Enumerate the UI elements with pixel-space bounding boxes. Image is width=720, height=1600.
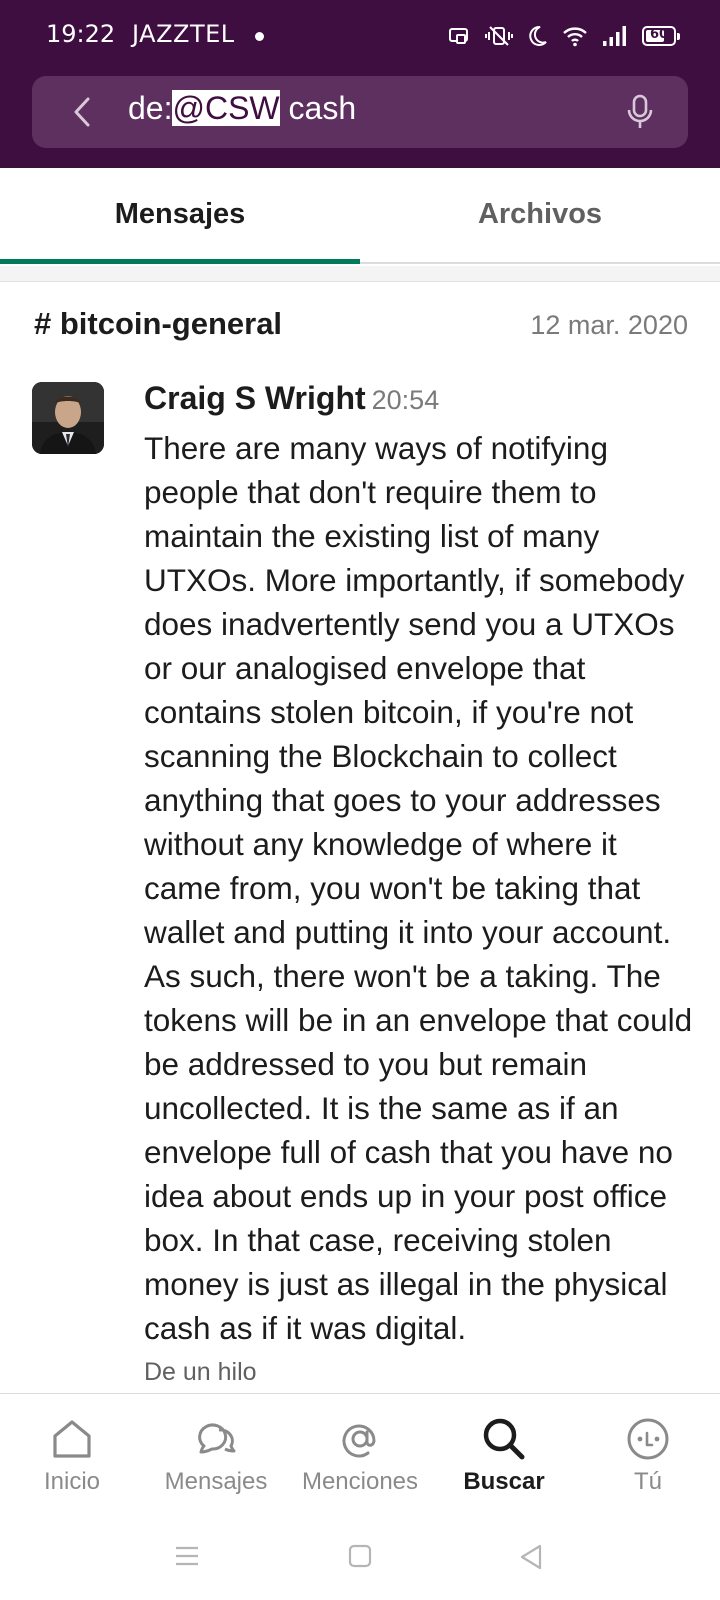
back-triangle-icon[interactable] — [518, 1543, 544, 1571]
author-name[interactable]: Craig S Wright — [144, 380, 366, 416]
channel-name: # bitcoin-general — [34, 306, 283, 341]
battery-icon: 60 — [642, 26, 680, 46]
status-icons: 60 — [448, 22, 680, 50]
avatar-photo — [32, 382, 104, 454]
nav-search-label: Buscar — [463, 1468, 545, 1495]
search-input[interactable]: de:@CSW cash — [128, 90, 356, 127]
result-channel-header[interactable]: # bitcoin-general 12 mar. 2020 — [34, 306, 688, 350]
vibrate-off-icon — [485, 26, 513, 46]
tab-messages[interactable]: Mensajes — [0, 168, 360, 264]
do-not-disturb-moon-icon — [529, 25, 547, 46]
nav-home-label: Inicio — [43, 1468, 101, 1495]
app-header: 19:22 JAZZTEL 60 de:@CSW cash — [0, 0, 720, 168]
search-tabs: Mensajes Archivos — [0, 168, 720, 264]
search-query-selected: @CSW — [172, 90, 280, 126]
you-icon — [627, 1418, 669, 1460]
active-tab-indicator — [0, 259, 360, 264]
microphone-icon[interactable] — [626, 94, 654, 130]
nav-messages-label: Mensajes — [164, 1468, 268, 1495]
home-icon — [53, 1420, 91, 1458]
battery-level: 60 — [649, 27, 669, 42]
system-navigation-bar — [0, 1517, 720, 1600]
cast-icon — [449, 28, 468, 44]
nav-mentions-label: Menciones — [301, 1468, 419, 1495]
status-carrier: JAZZTEL — [132, 20, 235, 48]
thread-label[interactable]: De un hilo — [144, 1358, 257, 1387]
messages-icon — [198, 1423, 236, 1454]
mentions-icon — [342, 1424, 376, 1458]
divider — [0, 266, 720, 282]
nav-you[interactable]: Tú — [576, 1394, 720, 1518]
back-arrow-icon[interactable] — [66, 94, 102, 130]
message-time: 20:54 — [371, 385, 440, 415]
search-icon — [483, 1418, 525, 1460]
search-bar[interactable]: de:@CSW cash — [32, 76, 688, 148]
wifi-icon — [563, 27, 587, 47]
tab-files[interactable]: Archivos — [360, 168, 720, 264]
search-query-prefix: de: — [128, 90, 173, 126]
home-square-icon[interactable] — [348, 1543, 372, 1569]
search-query-suffix: cash — [279, 90, 357, 126]
avatar[interactable] — [32, 382, 104, 454]
message-header: Craig S Wright 20:54 — [144, 380, 439, 424]
recents-menu-icon[interactable] — [174, 1543, 200, 1569]
status-time: 19:22 — [46, 20, 116, 48]
signal-icon — [603, 26, 626, 46]
bottom-navigation: Inicio Mensajes Menciones Buscar Tú — [0, 1393, 720, 1517]
status-bar: 19:22 JAZZTEL 60 — [0, 0, 720, 70]
notification-dot-icon — [255, 32, 264, 41]
nav-messages[interactable]: Mensajes — [144, 1394, 288, 1518]
nav-search[interactable]: Buscar — [432, 1394, 576, 1518]
nav-you-label: Tú — [633, 1468, 662, 1495]
result-date: 12 mar. 2020 — [530, 310, 688, 340]
nav-home[interactable]: Inicio — [0, 1394, 144, 1518]
message-text[interactable]: There are many ways of notifying people … — [144, 426, 696, 1350]
nav-mentions[interactable]: Menciones — [288, 1394, 432, 1518]
